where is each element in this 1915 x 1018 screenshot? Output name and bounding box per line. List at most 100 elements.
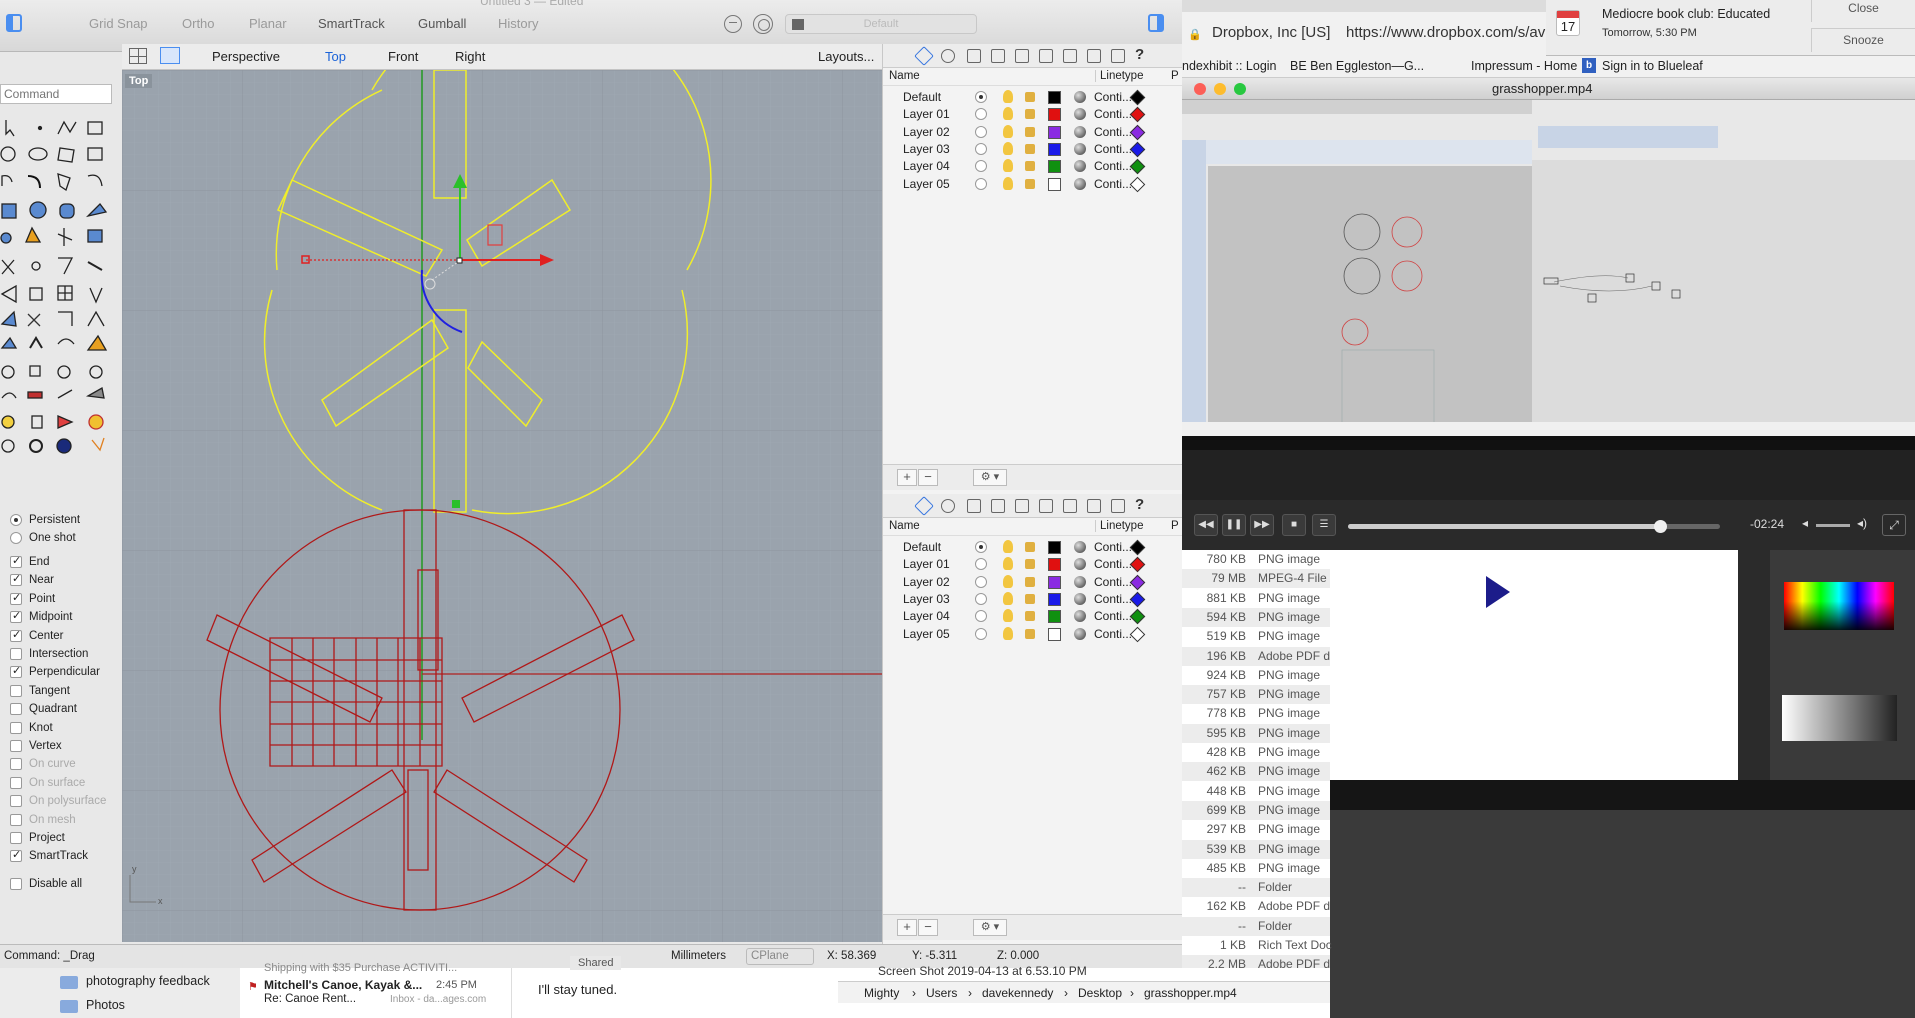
ortho-toggle[interactable]: Ortho — [182, 16, 215, 31]
command-history[interactable]: Command: _Drag — [4, 950, 95, 962]
osnap-item[interactable]: On mesh — [10, 813, 76, 826]
print-color-icon[interactable] — [1129, 626, 1146, 642]
osnap-checkbox[interactable] — [10, 758, 22, 771]
seek-bar[interactable] — [1348, 520, 1720, 533]
linetype-column-header[interactable]: Linetype — [1095, 70, 1143, 82]
pause-button[interactable]: ❚❚ — [1222, 514, 1246, 536]
named-view-icon[interactable] — [1063, 499, 1077, 513]
layer-color-swatch[interactable] — [1048, 91, 1061, 104]
current-layer-radio[interactable] — [975, 177, 987, 190]
material-icon[interactable] — [1074, 558, 1086, 571]
calendar-notification[interactable]: 17 Mediocre book club: Educated Tomorrow… — [1546, 0, 1915, 56]
layer-row[interactable]: Layer 04 Conti... — [883, 158, 1182, 175]
layer-color-swatch[interactable] — [1048, 177, 1061, 191]
linetype-value[interactable]: Conti... — [1094, 540, 1132, 554]
layers-icon[interactable] — [914, 496, 934, 516]
print-color-icon[interactable] — [1129, 557, 1146, 573]
file-row[interactable]: 594 KB PNG image — [1182, 607, 1330, 627]
osnap-item[interactable]: Vertex — [10, 740, 62, 752]
path-mighty[interactable]: Mighty — [864, 986, 899, 1000]
layer-name[interactable]: Default — [903, 90, 941, 104]
file-row[interactable]: 1 KB Rich Text Doc — [1182, 936, 1332, 955]
layer-color-swatch[interactable] — [1048, 125, 1061, 139]
osnap-checkbox[interactable] — [10, 684, 22, 697]
layer-name[interactable]: Layer 05 — [903, 177, 950, 191]
print-color-icon[interactable] — [1129, 176, 1146, 192]
current-layer-radio[interactable] — [975, 627, 987, 640]
lock-icon[interactable] — [1025, 593, 1035, 604]
current-layer-radio[interactable] — [975, 160, 987, 173]
play-icon[interactable] — [1486, 576, 1510, 608]
layer-name[interactable]: Layer 01 — [903, 107, 950, 121]
print-column-header[interactable]: P — [1171, 520, 1179, 532]
layer-row[interactable]: Layer 02 Conti... — [883, 574, 1182, 591]
osnap-item[interactable]: Knot — [10, 721, 53, 734]
layers-icon[interactable] — [914, 46, 934, 66]
lightbulb-icon[interactable] — [1003, 591, 1013, 605]
lightbulb-icon[interactable] — [1003, 626, 1013, 640]
layer-color-swatch[interactable] — [1048, 142, 1061, 156]
osnap-checkbox[interactable] — [10, 703, 22, 716]
bookmark-ben-eggleston[interactable]: BE Ben Eggleston—G... — [1290, 59, 1424, 73]
lock-icon[interactable] — [1025, 178, 1035, 189]
layer-row[interactable]: Default Conti... — [883, 539, 1182, 556]
layouts-menu[interactable]: Layouts... — [818, 49, 874, 64]
osnap-checkbox[interactable] — [10, 664, 22, 679]
add-layer-button[interactable]: + — [897, 919, 917, 936]
tab-right[interactable]: Right — [455, 49, 485, 64]
lock-icon[interactable] — [1025, 92, 1035, 102]
file-row[interactable]: 780 KB PNG image — [1182, 550, 1330, 569]
file-row[interactable]: 485 KB PNG image — [1182, 859, 1330, 878]
layer-name[interactable]: Layer 01 — [903, 557, 950, 571]
left-sidebar-toggle-icon[interactable] — [6, 14, 22, 32]
layer-name[interactable]: Layer 02 — [903, 125, 950, 139]
osnap-checkbox[interactable] — [10, 572, 22, 587]
layer-options-gear-button[interactable]: ⚙ ▾ — [973, 469, 1007, 486]
layer-color-swatch[interactable] — [1048, 160, 1061, 174]
tab-top[interactable]: Top — [325, 49, 346, 64]
print-color-icon[interactable] — [1129, 124, 1146, 140]
print-column-header[interactable]: P — [1171, 70, 1179, 82]
file-row[interactable]: 162 KB Adobe PDF d — [1182, 897, 1330, 916]
zoom-window-icon[interactable] — [1234, 83, 1246, 95]
print-color-icon[interactable] — [1129, 608, 1146, 625]
single-viewport-icon[interactable] — [160, 47, 180, 64]
message-sender[interactable]: Mitchell's Canoe, Kayak &... — [264, 978, 422, 992]
lock-icon[interactable] — [1025, 143, 1035, 154]
material-icon[interactable] — [1074, 160, 1086, 173]
browser-tab-strip[interactable] — [1182, 0, 1546, 12]
panel-icon[interactable] — [1087, 49, 1101, 63]
file-row[interactable]: 196 KB Adobe PDF d — [1182, 646, 1330, 666]
minimize-window-icon[interactable] — [1214, 83, 1226, 95]
osnap-target-icon[interactable] — [753, 14, 773, 34]
osnap-item[interactable]: On polysurface — [10, 795, 106, 808]
linetype-value[interactable]: Conti... — [1094, 90, 1132, 104]
layer-row[interactable]: Default Conti... — [883, 89, 1182, 106]
osnap-disable-all[interactable]: Disable all — [10, 878, 82, 890]
radio-persistent[interactable] — [10, 514, 22, 526]
fullscreen-icon[interactable]: ⤢ — [1882, 514, 1906, 536]
lightbulb-icon[interactable] — [1003, 124, 1013, 138]
document-icon[interactable] — [967, 499, 981, 513]
planar-toggle[interactable]: Planar — [249, 16, 287, 31]
monitor-icon[interactable] — [1111, 49, 1125, 63]
volume-slider[interactable] — [1816, 524, 1850, 527]
lock-icon[interactable] — [1025, 628, 1035, 639]
layer-color-swatch[interactable] — [1048, 108, 1061, 122]
print-color-icon[interactable] — [1129, 539, 1146, 556]
camera-icon[interactable] — [1015, 499, 1029, 513]
layer-row[interactable]: Layer 05 Conti... — [883, 626, 1182, 643]
gumball-handle[interactable] — [452, 500, 460, 508]
current-layer-radio[interactable] — [975, 575, 987, 588]
name-column-header[interactable]: Name — [889, 70, 920, 82]
gradient-swatch[interactable] — [1782, 695, 1897, 741]
osnap-item[interactable]: Perpendicular — [10, 664, 100, 679]
osnap-item[interactable]: Near — [10, 572, 54, 587]
current-layer-radio[interactable] — [975, 125, 987, 138]
layer-row[interactable]: Layer 03 Conti... — [883, 591, 1182, 608]
layer-name[interactable]: Layer 05 — [903, 627, 950, 641]
layer-color-swatch[interactable] — [1048, 575, 1061, 589]
file-row[interactable]: 699 KB PNG image — [1182, 800, 1330, 820]
top-viewport[interactable]: y x — [122, 70, 882, 942]
help-icon[interactable]: ? — [1135, 496, 1144, 513]
